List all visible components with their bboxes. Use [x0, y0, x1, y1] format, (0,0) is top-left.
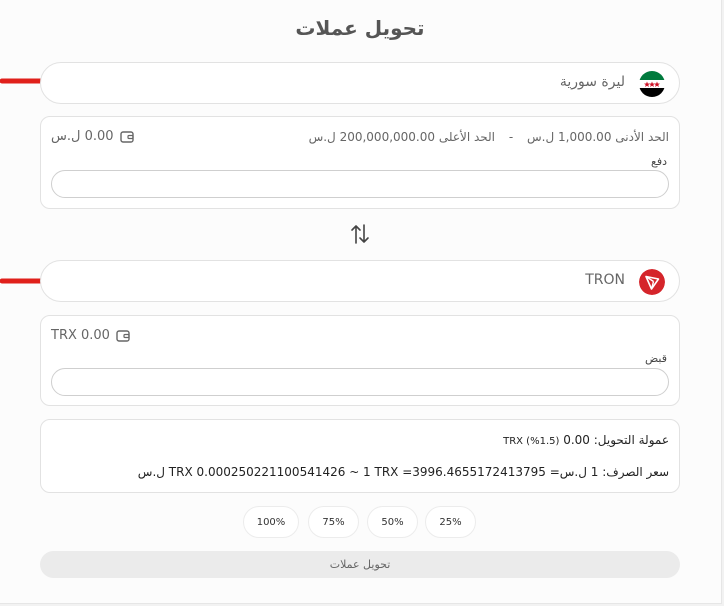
from-currency-select[interactable]: ليرة سورية [40, 62, 680, 104]
to-currency-select[interactable]: TRON [40, 260, 680, 302]
syria-flag-icon [639, 71, 665, 97]
wallet-icon [116, 329, 130, 342]
pay-card: الحد الأدنى 1,000.00 ل.س - الحد الأعلى 2… [40, 116, 680, 209]
percent-50-button[interactable]: 50% [367, 506, 418, 538]
pay-balance: 0.00 ل.س [51, 129, 135, 144]
convert-button[interactable]: تحويل عملات [40, 551, 680, 578]
rate-label: سعر الصرف: [602, 465, 669, 479]
pay-balance-value: 0.00 ل.س [51, 129, 114, 144]
rate-value: 1 ل.س= TRX 0.000250221100541426 ~ 1 TRX … [137, 465, 599, 479]
exchange-panel: تحويل عملات ليرة سورية الحد الأدنى 1,000… [0, 0, 722, 604]
percent-100-button[interactable]: 100% [243, 506, 299, 538]
from-currency-name: ليرة سورية [559, 74, 625, 90]
receive-balance-value: TRX 0.00 [51, 328, 110, 343]
page-title: تحويل عملات [295, 16, 425, 40]
percent-25-button[interactable]: 25% [425, 506, 476, 538]
commission-label: عمولة التحويل: [593, 433, 669, 447]
min-label: الحد الأدنى [615, 130, 669, 144]
max-label: الحد الأعلى [438, 130, 496, 144]
receive-balance: TRX 0.00 [51, 328, 131, 343]
receive-card: TRX 0.00 قبض [40, 315, 680, 406]
pay-amount-input[interactable] [51, 170, 669, 198]
min-value: 1,000.00 ل.س [527, 130, 612, 144]
limits-separator: - [508, 130, 514, 144]
limits-text: الحد الأدنى 1,000.00 ل.س - الحد الأعلى 2… [309, 130, 669, 144]
commission-detail: TRX (%1.5) [503, 436, 560, 447]
pay-field-label: دفع [650, 155, 667, 168]
receive-amount-input[interactable] [51, 368, 669, 396]
to-currency-name: TRON [585, 272, 625, 288]
wallet-icon [119, 130, 134, 143]
max-value: 200,000,000.00 ل.س [308, 130, 436, 144]
swap-arrows-icon[interactable] [348, 222, 372, 246]
tron-logo-icon [639, 269, 665, 295]
receive-field-label: قبض [644, 352, 667, 365]
percent-75-button[interactable]: 75% [308, 506, 359, 538]
commission-line: عمولة التحويل: 0.00 TRX (%1.5) [503, 433, 669, 447]
info-card: عمولة التحويل: 0.00 TRX (%1.5) سعر الصرف… [40, 419, 680, 493]
exchange-rate-line: سعر الصرف: 1 ل.س= TRX 0.0002502211005414… [138, 465, 669, 479]
commission-value: 0.00 [563, 433, 590, 447]
